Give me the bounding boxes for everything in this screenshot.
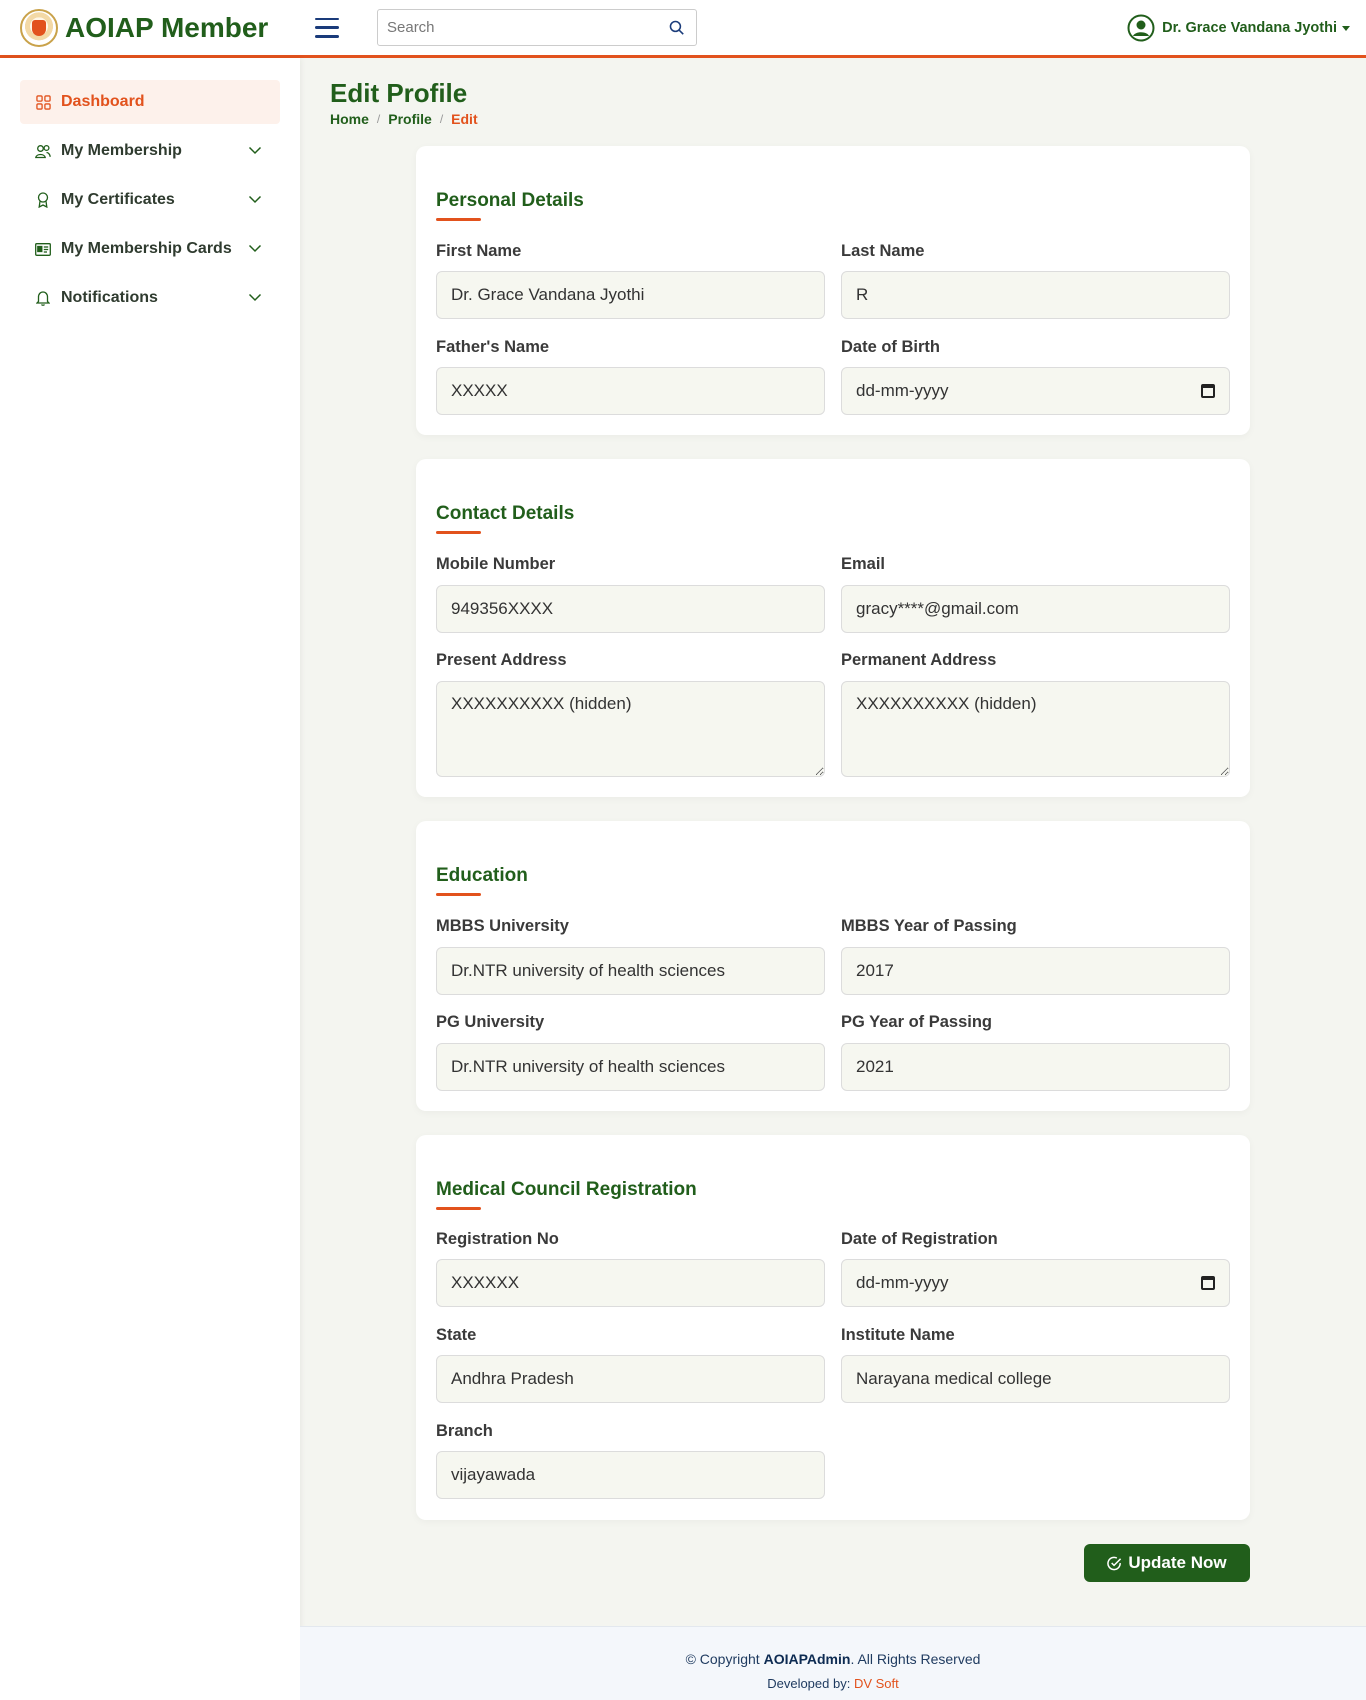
- pg-university-label: PG University: [436, 1013, 545, 1031]
- sidebar-item-label: Notifications: [61, 289, 158, 306]
- registration-no-field[interactable]: [436, 1259, 825, 1307]
- section-title: Personal Details: [436, 190, 584, 211]
- section-underline: [436, 1207, 481, 1210]
- user-profile-dropdown[interactable]: Dr. Grace Vandana Jyothi: [1127, 14, 1350, 42]
- state-label: State: [436, 1326, 477, 1344]
- mobile-label: Mobile Number: [436, 555, 556, 573]
- dob-date-field[interactable]: dd-mm-yyyy: [841, 367, 1230, 415]
- sidebar-item-my-membership[interactable]: My Membership: [20, 129, 280, 173]
- calendar-icon[interactable]: [1201, 1276, 1215, 1290]
- father-name-field[interactable]: [436, 367, 825, 415]
- calendar-icon[interactable]: [1201, 384, 1215, 398]
- mobile-field[interactable]: [436, 585, 825, 633]
- present-address-label: Present Address: [436, 651, 567, 669]
- sidebar: Dashboard My Membership My Certificates …: [0, 58, 300, 1700]
- mbbs-year-field[interactable]: [841, 947, 1230, 995]
- developer-credit: Developed by: DV Soft: [767, 1676, 899, 1691]
- copyright-text: © Copyright AOIAPAdmin. All Rights Reser…: [685, 1651, 981, 1667]
- section-title: Medical Council Registration: [436, 1179, 697, 1200]
- registration-date-label: Date of Registration: [841, 1230, 998, 1248]
- brand-logo[interactable]: AOIAP Member: [20, 8, 310, 47]
- permanent-address-label: Permanent Address: [841, 651, 997, 669]
- sidebar-item-label: My Membership Cards: [61, 240, 232, 257]
- pg-year-label: PG Year of Passing: [841, 1013, 993, 1031]
- sidebar-item-my-certificates[interactable]: My Certificates: [20, 178, 280, 222]
- personal-details-card: Personal Details First Name Last Name Fa…: [416, 146, 1250, 435]
- sidebar-item-label: Dashboard: [61, 93, 145, 110]
- sidebar-item-label: My Certificates: [61, 191, 175, 208]
- user-name: Dr. Grace Vandana Jyothi: [1162, 20, 1337, 36]
- breadcrumb-separator: /: [376, 112, 381, 126]
- first-name-label: First Name: [436, 242, 522, 260]
- search-icon[interactable]: [656, 10, 696, 45]
- last-name-label: Last Name: [841, 242, 925, 260]
- chevron-down-icon: [248, 146, 262, 155]
- top-navbar: AOIAP Member Dr. Grace Vandana Jyothi: [0, 0, 1366, 58]
- sidebar-item-notifications[interactable]: Notifications: [20, 276, 280, 320]
- chevron-down-icon: [248, 244, 262, 253]
- section-title: Education: [436, 865, 528, 886]
- institute-field[interactable]: [841, 1355, 1230, 1403]
- branch-field[interactable]: [436, 1451, 825, 1499]
- chevron-down-icon: [1342, 25, 1350, 31]
- breadcrumb-home-link[interactable]: Home: [330, 111, 369, 127]
- id-card-icon: [35, 241, 51, 257]
- sidebar-item-dashboard[interactable]: Dashboard: [20, 80, 280, 124]
- breadcrumb-current: Edit: [451, 111, 478, 127]
- breadcrumb-separator: /: [439, 112, 444, 126]
- developer-link[interactable]: DV Soft: [854, 1676, 899, 1691]
- present-address-field[interactable]: XXXXXXXXXX (hidden): [436, 681, 825, 777]
- section-underline: [436, 531, 481, 534]
- dob-label: Date of Birth: [841, 338, 940, 356]
- state-field[interactable]: [436, 1355, 825, 1403]
- father-name-label: Father's Name: [436, 338, 550, 356]
- chevron-down-icon: [248, 293, 262, 302]
- education-card: Education MBBS University MBBS Year of P…: [416, 821, 1250, 1111]
- registration-date-field[interactable]: dd-mm-yyyy: [841, 1259, 1230, 1307]
- first-name-field[interactable]: [436, 271, 825, 319]
- medical-council-card: Medical Council Registration Registratio…: [416, 1135, 1250, 1520]
- pg-university-field[interactable]: [436, 1043, 825, 1091]
- hamburger-menu-icon[interactable]: [315, 17, 339, 38]
- update-now-button[interactable]: Update Now: [1084, 1544, 1250, 1582]
- footer-brand: AOIAPAdmin: [763, 1651, 851, 1667]
- chevron-down-icon: [248, 195, 262, 204]
- mbbs-university-field[interactable]: [436, 947, 825, 995]
- sidebar-item-my-membership-cards[interactable]: My Membership Cards: [20, 227, 280, 271]
- dob-value: dd-mm-yyyy: [856, 381, 949, 400]
- update-now-label: Update Now: [1128, 1553, 1227, 1572]
- search-bar: [377, 9, 697, 46]
- footer: © Copyright AOIAPAdmin. All Rights Reser…: [300, 1626, 1366, 1700]
- pg-year-field[interactable]: [841, 1043, 1230, 1091]
- breadcrumb: Home / Profile / Edit: [330, 111, 478, 127]
- last-name-field[interactable]: [841, 271, 1230, 319]
- app-title: AOIAP Member: [65, 11, 269, 43]
- section-underline: [436, 893, 481, 896]
- contact-details-card: Contact Details Mobile Number Email Pres…: [416, 459, 1250, 797]
- award-icon: [35, 192, 51, 208]
- permanent-address-field[interactable]: XXXXXXXXXX (hidden): [841, 681, 1230, 777]
- registration-date-value: dd-mm-yyyy: [856, 1273, 949, 1292]
- registration-no-label: Registration No: [436, 1230, 559, 1248]
- bell-icon: [35, 290, 51, 306]
- section-underline: [436, 218, 481, 221]
- institute-label: Institute Name: [841, 1326, 955, 1344]
- users-icon: [35, 143, 51, 159]
- mbbs-university-label: MBBS University: [436, 917, 569, 935]
- email-label: Email: [841, 555, 886, 573]
- search-input[interactable]: [378, 10, 656, 45]
- email-field[interactable]: [841, 585, 1230, 633]
- sidebar-item-label: My Membership: [61, 142, 182, 159]
- page-title: Edit Profile: [330, 78, 468, 108]
- check-circle-icon: [1107, 1556, 1122, 1570]
- grid-icon: [35, 94, 51, 110]
- aoiap-emblem-icon: [20, 8, 58, 47]
- user-avatar-icon: [1127, 14, 1155, 42]
- breadcrumb-profile-link[interactable]: Profile: [388, 111, 432, 127]
- branch-label: Branch: [436, 1422, 493, 1440]
- mbbs-year-label: MBBS Year of Passing: [841, 917, 1017, 935]
- section-title: Contact Details: [436, 503, 575, 524]
